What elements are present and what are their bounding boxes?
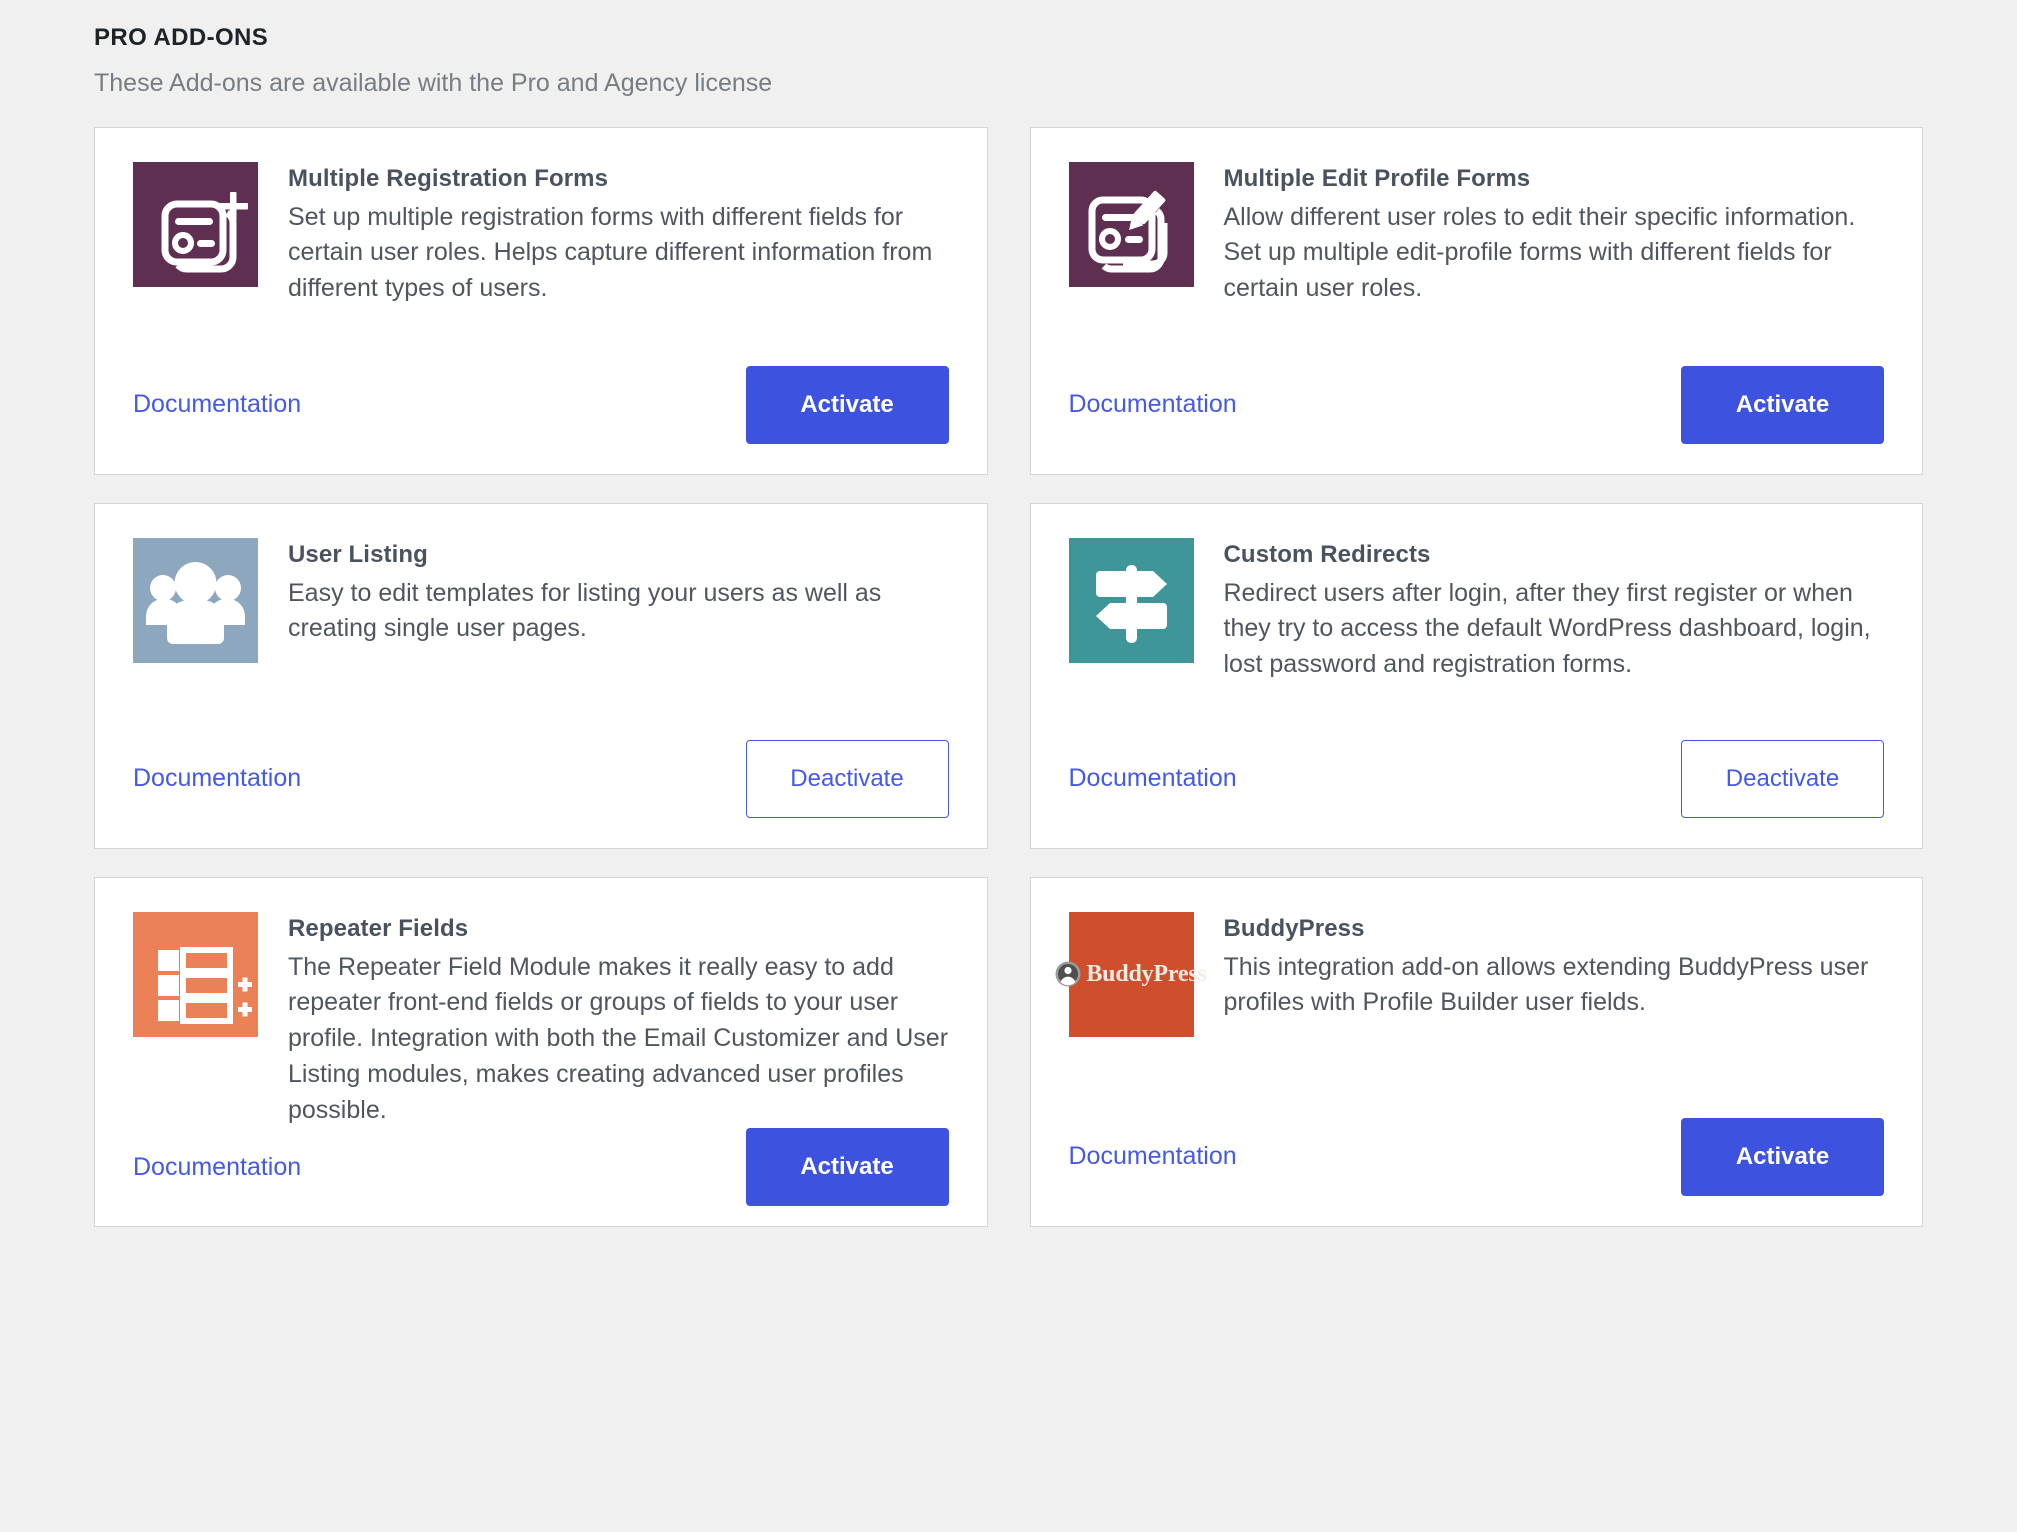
addon-text: Repeater Fields The Repeater Field Modul… [288, 912, 949, 1128]
documentation-link[interactable]: Documentation [133, 392, 301, 417]
deactivate-button[interactable]: Deactivate [745, 739, 949, 818]
buddypress-wordmark: BuddyPress [1086, 960, 1207, 987]
addon-title: Custom Redirects [1223, 540, 1431, 568]
documentation-link[interactable]: Documentation [1069, 392, 1237, 417]
addon-card-user-listing: User Listing Easy to edit templates for … [94, 502, 988, 849]
deactivate-button[interactable]: Deactivate [1681, 739, 1884, 818]
addon-description: Redirect users after login, after they f… [1223, 578, 1871, 679]
activate-button[interactable]: Activate [745, 365, 949, 444]
users-group-icon [133, 537, 258, 663]
addon-card-footer: Documentation Activate [133, 365, 949, 444]
addon-text: User Listing Easy to edit templates for … [288, 538, 949, 647]
addon-card-body: BuddyPress BuddyPress This integration a… [1055, 911, 1885, 1118]
form-pencil-icon [1068, 161, 1194, 287]
addon-card-footer: Documentation Activate [1069, 1117, 1884, 1196]
addon-description: Easy to edit templates for listing your … [288, 578, 882, 643]
addon-text: Custom Redirects Redirect users after lo… [1224, 538, 1885, 683]
documentation-link[interactable]: Documentation [1069, 766, 1237, 791]
addon-title: BuddyPress [1223, 914, 1365, 942]
addon-description: The Repeater Field Module makes it reall… [288, 952, 949, 1124]
signpost-icon [1068, 537, 1194, 663]
addon-card-body: Repeater Fields The Repeater Field Modul… [133, 911, 949, 1128]
addon-card-body: Multiple Registration Forms Set up multi… [133, 161, 949, 366]
addon-title: Repeater Fields [288, 914, 469, 942]
addon-title: User Listing [288, 540, 428, 568]
addon-card-custom-redirects: Custom Redirects Redirect users after lo… [1029, 502, 1923, 849]
addon-title: Multiple Registration Forms [288, 164, 609, 192]
activate-button[interactable]: Activate [745, 1128, 949, 1207]
addon-card-multiple-registration-forms: Multiple Registration Forms Set up multi… [94, 126, 988, 475]
repeater-rows-icon [133, 911, 258, 1037]
activate-button[interactable]: Activate [1681, 365, 1884, 444]
addon-card-footer: Documentation Activate [133, 1128, 949, 1207]
documentation-link[interactable]: Documentation [133, 1154, 301, 1180]
section-header: PRO ADD-ONS These Add-ons are available … [0, 22, 2017, 101]
addon-text: BuddyPress This integration add-on allow… [1224, 912, 1885, 1021]
addon-description: This integration add-on allows extending… [1223, 952, 1869, 1017]
documentation-link[interactable]: Documentation [1069, 1144, 1237, 1169]
buddypress-avatar-icon [1055, 961, 1081, 987]
addon-card-footer: Documentation Activate [1069, 365, 1884, 444]
addon-card-repeater-fields: Repeater Fields The Repeater Field Modul… [94, 876, 988, 1227]
addon-card-multiple-edit-profile-forms: Multiple Edit Profile Forms Allow differ… [1029, 126, 1923, 475]
form-plus-icon [133, 161, 258, 287]
buddypress-logo-icon: BuddyPress [1055, 911, 1207, 1037]
page-subtitle: These Add-ons are available with the Pro… [94, 69, 773, 98]
addons-grid: Multiple Registration Forms Set up multi… [0, 126, 2017, 1227]
addon-card-footer: Documentation Deactivate [1069, 739, 1884, 818]
addon-text: Multiple Registration Forms Set up multi… [288, 162, 949, 307]
addon-description: Allow different user roles to edit their… [1223, 202, 1856, 303]
addon-title: Multiple Edit Profile Forms [1223, 164, 1531, 192]
addon-text: Multiple Edit Profile Forms Allow differ… [1224, 162, 1885, 307]
page-title: PRO ADD-ONS [94, 24, 269, 51]
addon-card-body: Custom Redirects Redirect users after lo… [1068, 537, 1885, 740]
addon-card-body: User Listing Easy to edit templates for … [133, 537, 949, 740]
activate-button[interactable]: Activate [1681, 1117, 1884, 1196]
addon-card-footer: Documentation Deactivate [133, 739, 949, 818]
pro-addons-page: PRO ADD-ONS These Add-ons are available … [0, 0, 2017, 1532]
addon-description: Set up multiple registration forms with … [288, 202, 933, 303]
addon-card-buddypress: BuddyPress BuddyPress This integration a… [1029, 876, 1923, 1227]
documentation-link[interactable]: Documentation [133, 766, 301, 791]
addon-card-body: Multiple Edit Profile Forms Allow differ… [1068, 161, 1885, 366]
